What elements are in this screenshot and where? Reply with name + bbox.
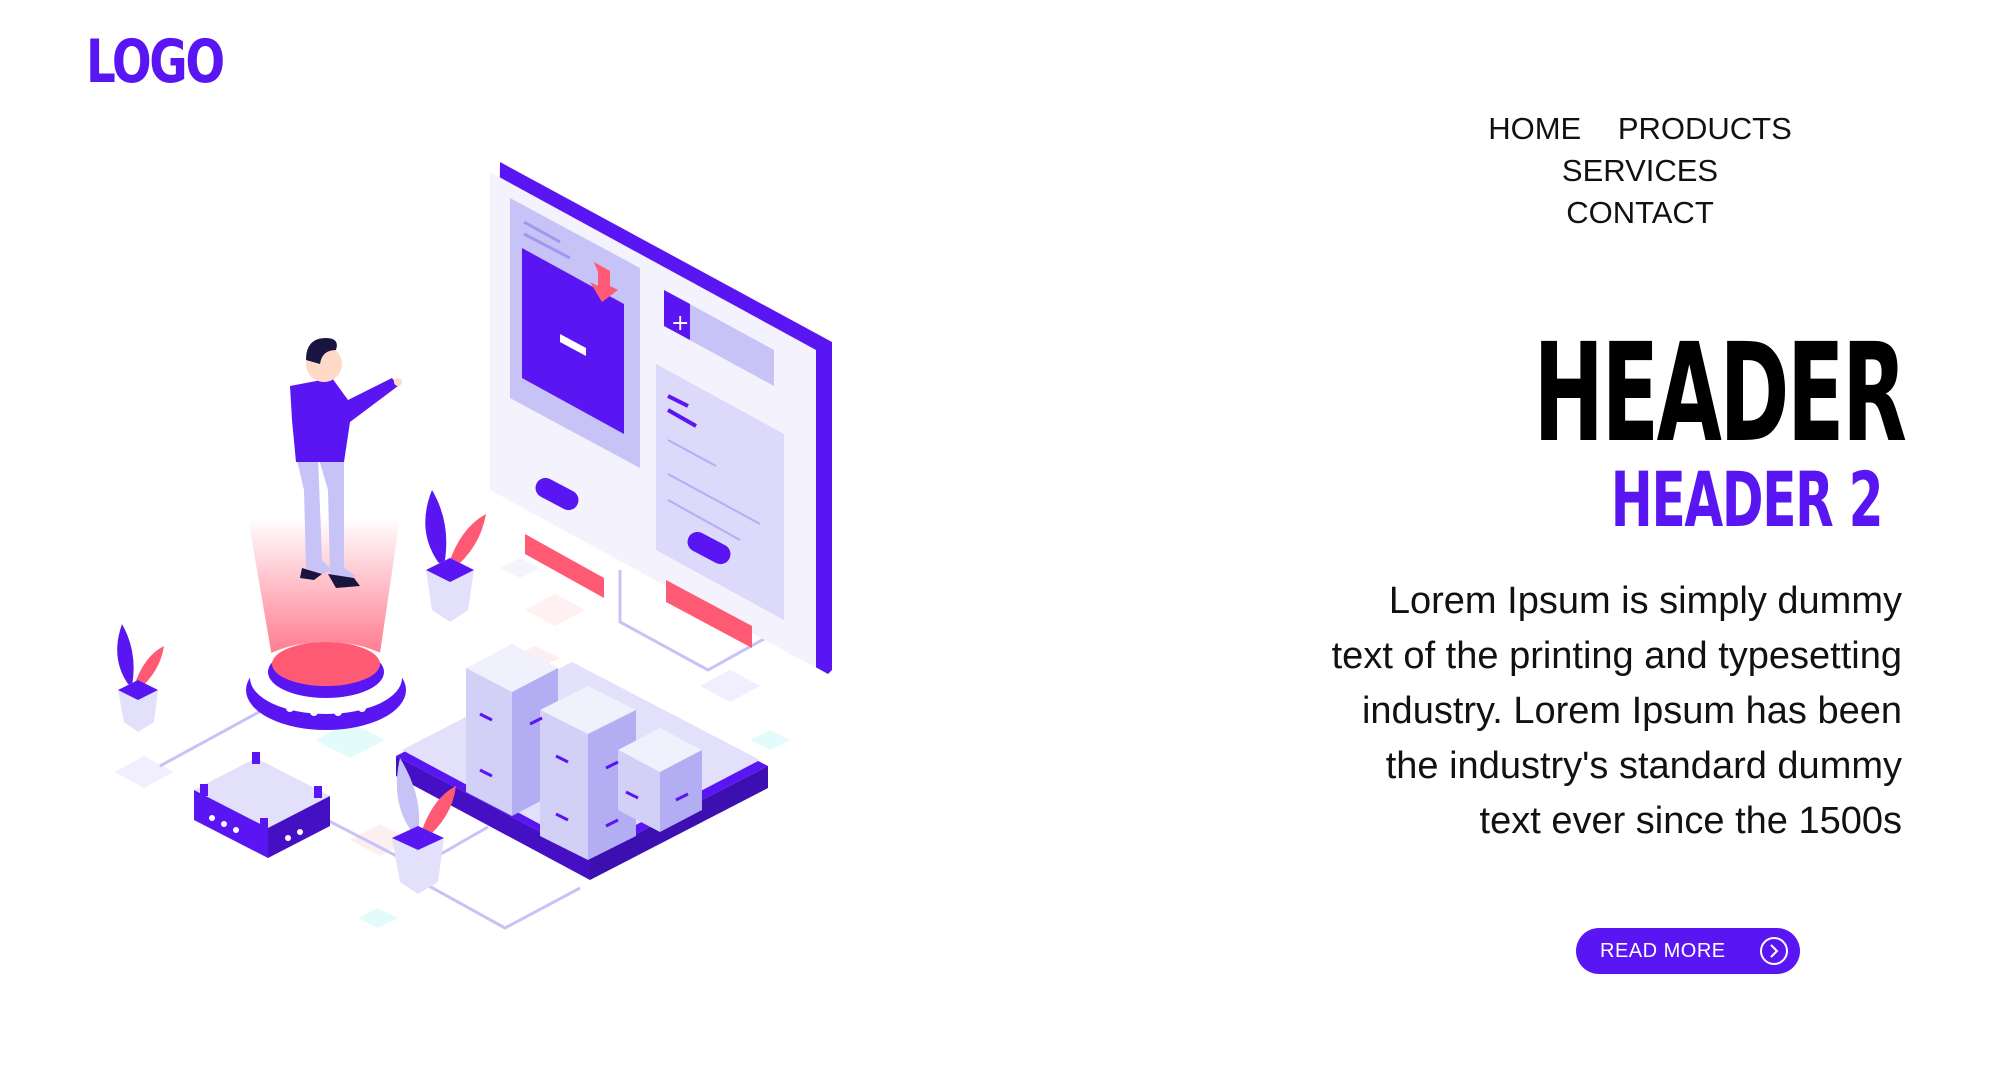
landing-page: LOGO HOME PRODUCTS SERVICES CONTACT + HE… xyxy=(0,0,2000,1080)
chevron-right-circle-icon xyxy=(1760,937,1788,965)
router-device xyxy=(194,752,330,858)
main-nav: HOME PRODUCTS SERVICES CONTACT xyxy=(1390,108,1890,234)
svg-text:+: + xyxy=(671,311,689,336)
nav-item-contact[interactable]: CONTACT xyxy=(1566,192,1714,234)
plant-pot-center xyxy=(425,490,486,622)
read-more-label: READ MORE xyxy=(1600,940,1726,962)
nav-item-home[interactable]: HOME xyxy=(1488,108,1581,150)
plant-pot-left xyxy=(117,624,164,732)
hero-subtitle: HEADER 2 xyxy=(1610,455,1884,544)
logo[interactable]: LOGO xyxy=(86,32,225,92)
monitor-screen: + xyxy=(490,162,832,674)
storage-platform xyxy=(396,644,768,880)
nav-item-services[interactable]: SERVICES xyxy=(1562,150,1718,192)
hero-title: HEADER xyxy=(1532,315,1907,473)
isometric-dashboard-illustration: + xyxy=(114,162,832,930)
read-more-button[interactable]: READ MORE xyxy=(1576,928,1800,974)
hologram-pedestal xyxy=(246,518,406,730)
hero-body-text: Lorem Ipsum is simply dummy text of the … xyxy=(1331,580,1902,842)
nav-item-products[interactable]: PRODUCTS xyxy=(1618,108,1792,150)
